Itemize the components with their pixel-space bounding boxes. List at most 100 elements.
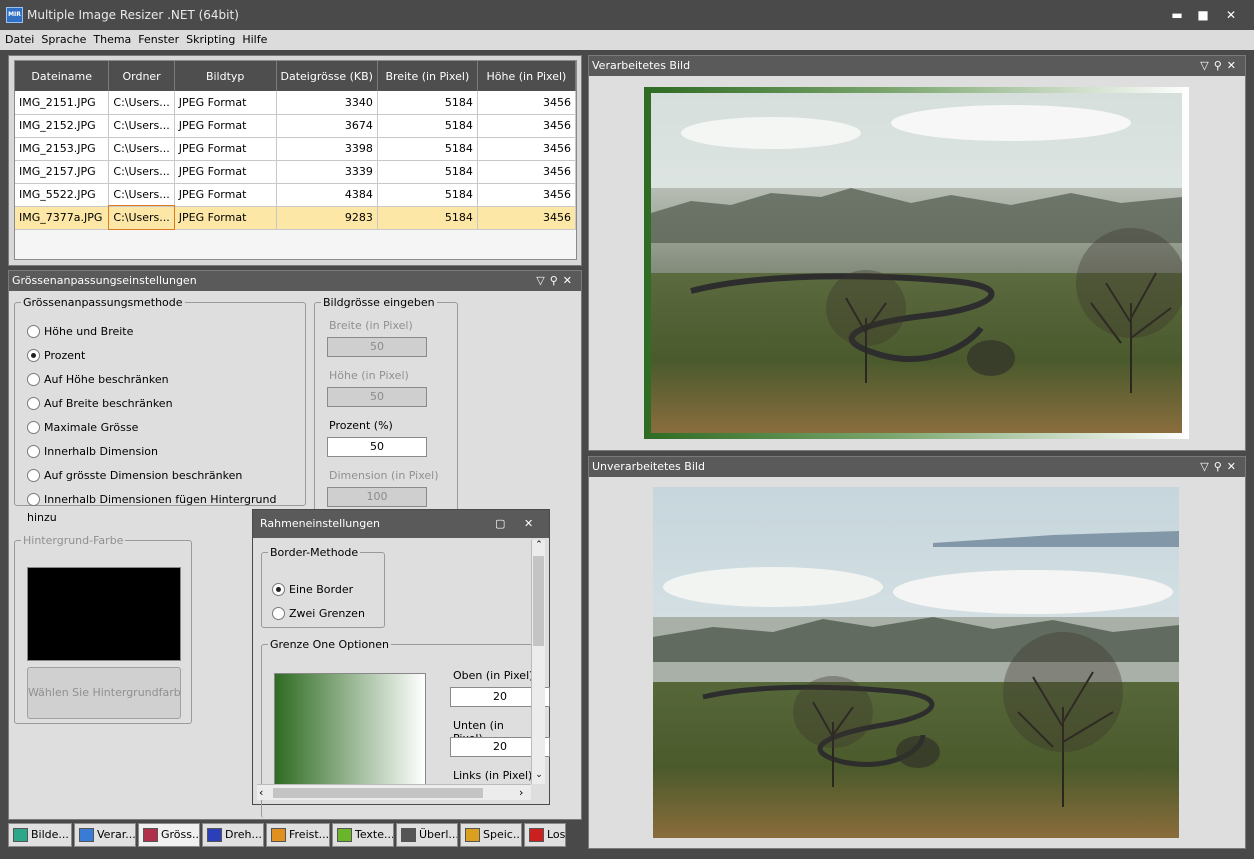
close-button[interactable]: ✕ bbox=[1220, 6, 1242, 24]
choose-background-button[interactable]: Wählen Sie Hintergrundfarbe bbox=[27, 667, 181, 719]
radio-button[interactable] bbox=[272, 582, 285, 596]
method-radio-option[interactable]: Höhe und Breite bbox=[27, 323, 133, 341]
horizontal-scrollbar[interactable]: ‹ › bbox=[257, 784, 531, 800]
dropdown-icon[interactable]: ▽ bbox=[536, 274, 549, 287]
table-row[interactable]: IMG_2153.JPG C:\Users... JPEG Format 3398 51… bbox=[15, 137, 577, 161]
table-cell[interactable]: 3398 bbox=[276, 137, 378, 161]
table-cell[interactable]: IMG_5522.JPG bbox=[15, 183, 110, 207]
table-cell[interactable]: C:\Users... bbox=[108, 160, 175, 184]
pin-icon[interactable]: ⚲ bbox=[1214, 59, 1227, 72]
dropdown-icon[interactable]: ▽ bbox=[1200, 59, 1213, 72]
menu-hilfe[interactable]: Hilfe bbox=[240, 30, 269, 50]
vertical-scrollbar[interactable]: ⌃ ⌄ bbox=[531, 540, 545, 784]
table-cell[interactable]: IMG_7377a.JPG bbox=[15, 206, 110, 230]
table-cell[interactable]: C:\Users... bbox=[108, 183, 175, 207]
width-input[interactable]: 50 bbox=[327, 337, 427, 357]
tab-save[interactable]: Speic... bbox=[460, 823, 522, 847]
table-cell[interactable]: JPEG Format bbox=[174, 137, 277, 161]
table-cell[interactable]: 5184 bbox=[377, 137, 478, 161]
minimize-button[interactable]: ▬ bbox=[1166, 6, 1188, 24]
radio-button[interactable] bbox=[27, 348, 40, 362]
table-cell[interactable]: 3339 bbox=[276, 160, 378, 184]
menu-skripting[interactable]: Skripting bbox=[184, 30, 237, 50]
method-radio-option[interactable]: Innerhalb Dimension bbox=[27, 443, 158, 461]
radio-button[interactable] bbox=[272, 606, 285, 620]
radio-button[interactable] bbox=[27, 372, 40, 386]
col-hoehe[interactable]: Höhe (in Pixel) bbox=[477, 61, 577, 91]
table-cell[interactable]: IMG_2153.JPG bbox=[15, 137, 110, 161]
table-cell[interactable]: 5184 bbox=[377, 114, 478, 138]
table-row[interactable]: IMG_5522.JPG C:\Users... JPEG Format 4384 51… bbox=[15, 183, 577, 207]
table-cell[interactable]: 3456 bbox=[477, 206, 577, 230]
scroll-left-icon[interactable]: ‹ bbox=[259, 786, 263, 799]
tab-crop[interactable]: Freist... bbox=[266, 823, 330, 847]
radio-button[interactable] bbox=[27, 396, 40, 410]
table-row[interactable]: IMG_7377a.JPG C:\Users... JPEG Format 9283 5… bbox=[15, 205, 577, 230]
table-cell[interactable]: IMG_2152.JPG bbox=[15, 114, 110, 138]
menu-sprache[interactable]: Sprache bbox=[39, 30, 88, 50]
menu-datei[interactable]: Datei bbox=[3, 30, 36, 50]
table-cell[interactable]: 3340 bbox=[276, 91, 378, 115]
height-input[interactable]: 50 bbox=[327, 387, 427, 407]
radio-button[interactable] bbox=[27, 468, 40, 482]
border-gradient-preview[interactable] bbox=[274, 673, 426, 791]
table-cell[interactable]: JPEG Format bbox=[174, 206, 277, 230]
table-cell[interactable]: 3456 bbox=[477, 183, 577, 207]
border-method-option[interactable]: Zwei Grenzen bbox=[272, 605, 365, 623]
col-dateigroesse[interactable]: Dateigrösse (KB) bbox=[276, 61, 378, 91]
table-cell[interactable]: 3456 bbox=[477, 160, 577, 184]
tab-overlay[interactable]: Überl... bbox=[396, 823, 458, 847]
method-radio-option[interactable]: Auf Breite beschränken bbox=[27, 395, 173, 413]
radio-button[interactable] bbox=[27, 492, 40, 506]
method-radio-option[interactable]: Auf Höhe beschränken bbox=[27, 371, 169, 389]
method-radio-option[interactable]: Maximale Grösse bbox=[27, 419, 138, 437]
table-cell[interactable]: 5184 bbox=[377, 160, 478, 184]
dropdown-icon[interactable]: ▽ bbox=[1200, 460, 1213, 473]
col-breite[interactable]: Breite (in Pixel) bbox=[377, 61, 478, 91]
pin-icon[interactable]: ⚲ bbox=[550, 274, 563, 287]
close-icon[interactable]: ✕ bbox=[563, 274, 577, 287]
vertical-scroll-thumb[interactable] bbox=[533, 556, 544, 646]
table-cell[interactable]: 3456 bbox=[477, 91, 577, 115]
col-dateiname[interactable]: Dateiname bbox=[15, 61, 110, 91]
dialog-close-icon[interactable]: ✕ bbox=[524, 510, 533, 538]
menu-fenster[interactable]: Fenster bbox=[136, 30, 181, 50]
close-icon[interactable]: ✕ bbox=[1227, 59, 1241, 72]
tab-images[interactable]: Bilde... bbox=[8, 823, 72, 847]
close-icon[interactable]: ✕ bbox=[1227, 460, 1241, 473]
table-row[interactable]: IMG_2152.JPG C:\Users... JPEG Format 3674 51… bbox=[15, 114, 577, 138]
scroll-up-icon[interactable]: ⌃ bbox=[532, 540, 546, 552]
table-cell[interactable]: JPEG Format bbox=[174, 91, 277, 115]
method-radio-option[interactable]: Auf grösste Dimension beschränken bbox=[27, 467, 242, 485]
percent-input[interactable]: 50 bbox=[327, 437, 427, 457]
table-cell[interactable]: C:\Users... bbox=[108, 137, 175, 161]
tab-resize[interactable]: Gröss... bbox=[138, 823, 200, 847]
pin-icon[interactable]: ⚲ bbox=[1214, 460, 1227, 473]
table-cell[interactable]: C:\Users... bbox=[107, 205, 176, 230]
table-row[interactable]: IMG_2151.JPG C:\Users... JPEG Format 3340 51… bbox=[15, 91, 577, 115]
scroll-right-icon[interactable]: › bbox=[519, 786, 523, 799]
tab-play[interactable]: Los bbox=[524, 823, 566, 847]
radio-button[interactable] bbox=[27, 324, 40, 338]
table-cell[interactable]: 5184 bbox=[377, 91, 478, 115]
menu-thema[interactable]: Thema bbox=[91, 30, 133, 50]
table-cell[interactable]: 5184 bbox=[377, 206, 478, 230]
table-cell[interactable]: 5184 bbox=[377, 183, 478, 207]
table-row[interactable]: IMG_2157.JPG C:\Users... JPEG Format 3339 51… bbox=[15, 160, 577, 184]
table-cell[interactable]: 3456 bbox=[477, 114, 577, 138]
maximize-button[interactable]: ■ bbox=[1192, 6, 1214, 24]
method-radio-option[interactable]: Innerhalb Dimensionen fügen Hintergrund … bbox=[27, 491, 305, 524]
radio-button[interactable] bbox=[27, 444, 40, 458]
dimension-input[interactable]: 100 bbox=[327, 487, 427, 507]
table-cell[interactable]: JPEG Format bbox=[174, 114, 277, 138]
tab-text[interactable]: Texte... bbox=[332, 823, 394, 847]
table-cell[interactable]: C:\Users... bbox=[108, 114, 175, 138]
border-method-option[interactable]: Eine Border bbox=[272, 581, 353, 599]
method-radio-option[interactable]: Prozent bbox=[27, 347, 85, 365]
table-cell[interactable]: 3456 bbox=[477, 137, 577, 161]
tab-rotate[interactable]: Dreh... bbox=[202, 823, 264, 847]
table-cell[interactable]: C:\Users... bbox=[108, 91, 175, 115]
table-cell[interactable]: JPEG Format bbox=[174, 160, 277, 184]
table-cell[interactable]: IMG_2151.JPG bbox=[15, 91, 110, 115]
table-cell[interactable]: 4384 bbox=[276, 183, 378, 207]
